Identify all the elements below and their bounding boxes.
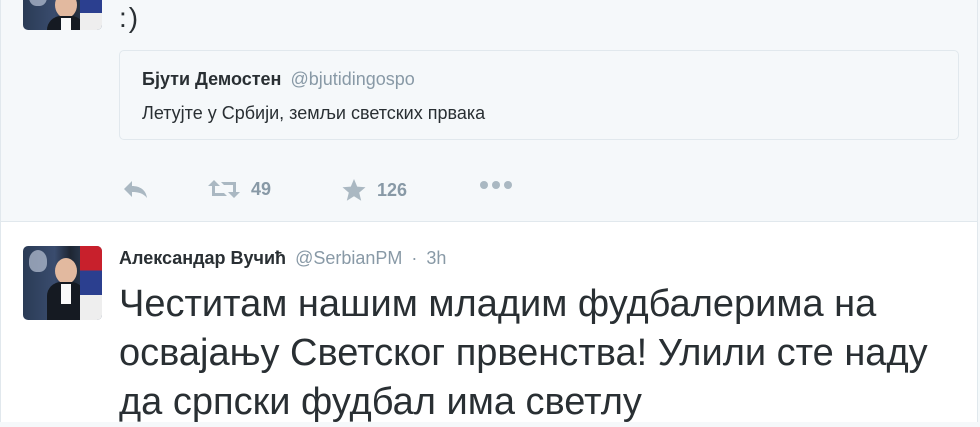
more-button[interactable]	[479, 178, 513, 192]
more-icon	[480, 181, 512, 189]
separator: ·	[411, 248, 418, 268]
reply-icon	[124, 181, 147, 198]
avatar-shirt-shape	[61, 18, 71, 30]
tweet-actions: 49 126	[121, 178, 721, 208]
emblem-shape	[29, 250, 47, 272]
quoted-author-handle[interactable]: @bjutidingospo	[290, 69, 414, 89]
quoted-tweet[interactable]: Бјути Демостен @bjutidingospo Летујте у …	[119, 50, 959, 140]
author-name[interactable]: Александар Вучић	[119, 248, 286, 268]
quoted-tweet-text: Летујте у Србији, земљи светских првака	[142, 103, 486, 123]
favorite-button[interactable]: 126	[341, 178, 407, 202]
avatar[interactable]	[23, 246, 102, 320]
quoted-author-name[interactable]: Бјути Демостен	[142, 69, 281, 89]
author-handle[interactable]: @SerbianPM	[295, 248, 402, 268]
avatar[interactable]	[23, 0, 102, 30]
tweet-header: Александар Вучић @SerbianPM · 3h	[119, 248, 446, 269]
quoted-tweet-header: Бјути Демостен @bjutidingospo	[142, 69, 415, 90]
retweet-icon	[208, 180, 240, 198]
favorite-count: 126	[377, 179, 408, 200]
tweet-text: :)	[119, 2, 141, 33]
timestamp[interactable]: 3h	[426, 248, 446, 268]
tweet: Александар Вучић @SerbianPM · 3h Честита…	[0, 222, 978, 423]
tweet: :) Бјути Демостен @bjutidingospo Летујте…	[0, 0, 978, 222]
flag-shape	[80, 246, 102, 320]
reply-button[interactable]	[121, 178, 149, 200]
retweet-count: 49	[251, 178, 272, 199]
star-icon	[342, 179, 366, 201]
flag-shape	[80, 0, 102, 30]
retweet-button[interactable]: 49	[207, 178, 271, 200]
tweet-text: Честитам нашим младим фудбалерима на осв…	[119, 283, 928, 423]
avatar-shirt-shape	[61, 284, 71, 304]
emblem-shape	[29, 0, 47, 6]
avatar-head-shape	[55, 258, 77, 284]
